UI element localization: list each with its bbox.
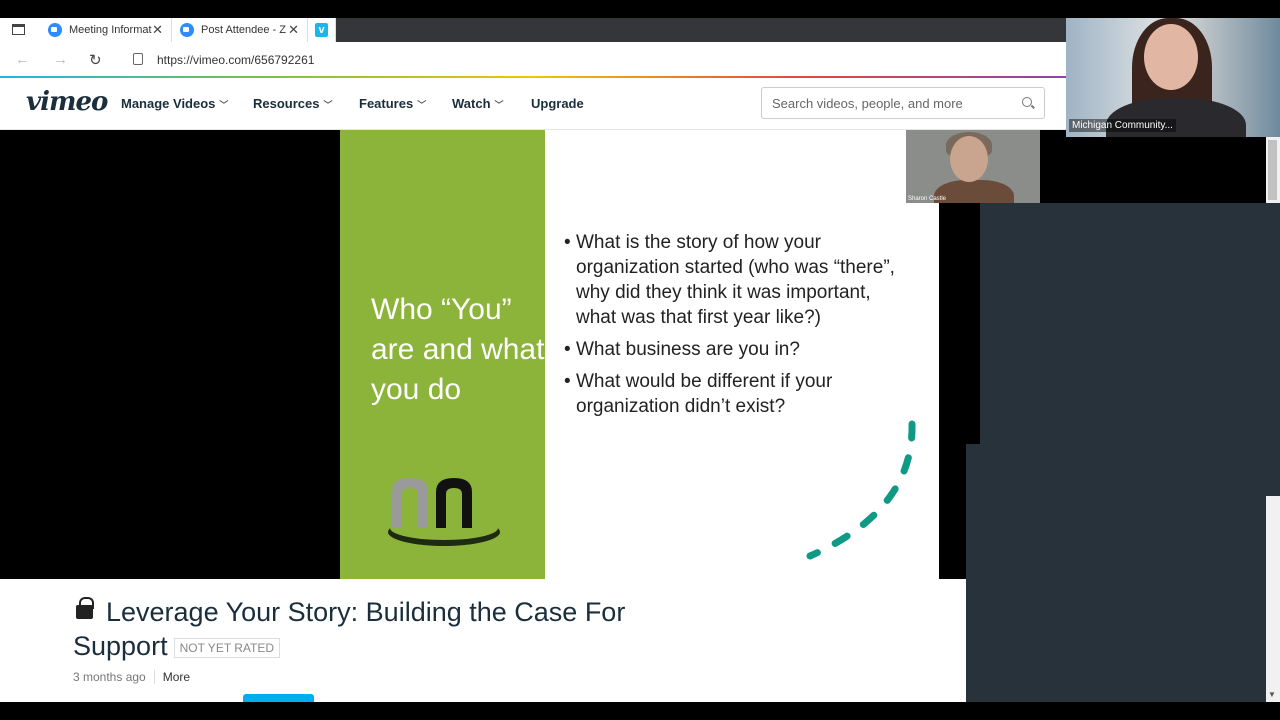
scrollbar-thumb[interactable]: [1268, 140, 1277, 200]
lock-icon: [133, 53, 143, 65]
url-field[interactable]: https://vimeo.com/656792261: [157, 53, 314, 67]
scrollbar-overlay: [1266, 203, 1280, 496]
forward-arrow-icon[interactable]: →: [53, 51, 68, 68]
vimeo-header: vimeo Manage Videos ﹀ Resources ﹀ Features…: [0, 78, 1066, 130]
chevron-down-icon: ﹀: [323, 100, 333, 110]
chevron-down-icon: ﹀: [494, 100, 504, 110]
tab-label: Post Attendee - Z: [201, 24, 286, 36]
video-info: Leverage Your Story: Building the Case F…: [0, 579, 966, 704]
zoom-icon: [180, 23, 194, 37]
slide-bullet: What would be different if your organiza…: [564, 369, 909, 419]
slide-title-panel: Who “You” are and what you do: [340, 130, 545, 579]
slide-title: Who “You” are and what you do: [371, 293, 545, 406]
presenter-name: Sharon Castle: [908, 196, 947, 202]
browser-tab-bar: Meeting Informat ✕ Post Attendee - Z ✕ v: [0, 18, 1066, 42]
back-arrow-icon[interactable]: ←: [15, 51, 30, 68]
zoom-icon: [48, 23, 62, 37]
video-title: Leverage Your Story: Building the Case F…: [73, 595, 713, 663]
tab-meeting-information[interactable]: Meeting Informat ✕: [40, 18, 172, 42]
chevron-down-icon: ﹀: [417, 100, 427, 110]
scroll-down-icon[interactable]: ▼: [1268, 690, 1276, 699]
nav-label: Watch: [452, 96, 491, 111]
presenter-video-thumbnail[interactable]: Sharon Castle: [906, 130, 1040, 203]
slide-bullet: What business are you in?: [564, 337, 909, 362]
more-link[interactable]: More: [153, 670, 191, 684]
vimeo-logo[interactable]: vimeo: [26, 87, 108, 117]
organization-logo-icon: [388, 478, 500, 546]
tab-label: Meeting Informat: [69, 24, 152, 36]
tab-vimeo[interactable]: v: [308, 18, 336, 42]
address-bar: ← → ↻ https://vimeo.com/656792261: [0, 42, 1066, 78]
presenter-face: [950, 136, 988, 182]
sidebar-panel: [980, 203, 1280, 444]
reload-icon[interactable]: ↻: [89, 51, 102, 69]
speaker-name: Michigan Community...: [1069, 119, 1176, 132]
screen: Meeting Informat ✕ Post Attendee - Z ✕ v…: [0, 0, 1280, 720]
nav-label: Resources: [253, 96, 320, 111]
nav-label: Manage Videos: [121, 96, 216, 111]
nav-watch[interactable]: Watch ﹀: [452, 96, 504, 111]
upload-age: 3 months ago: [73, 670, 146, 684]
search-placeholder: Search videos, people, and more: [772, 96, 963, 111]
close-icon[interactable]: ✕: [152, 22, 163, 38]
video-title-text: Leverage Your Story: Building the Case F…: [73, 597, 626, 661]
close-icon[interactable]: ✕: [288, 22, 299, 38]
search-input[interactable]: Search videos, people, and more: [761, 87, 1045, 119]
nav-label: Features: [359, 96, 414, 111]
video-meta: 3 months ago More: [73, 670, 191, 684]
decorative-arc-icon: [806, 420, 916, 560]
nav-features[interactable]: Features ﹀: [359, 96, 426, 111]
sidebar-panel-lower: [966, 444, 1266, 702]
tab-post-attendee[interactable]: Post Attendee - Z ✕: [172, 18, 308, 42]
window-icon: [12, 24, 25, 35]
nav-resources[interactable]: Resources ﹀: [253, 96, 333, 111]
speaker-video-thumbnail[interactable]: Michigan Community...: [1066, 18, 1280, 137]
slide-bullet: What is the story of how your organizati…: [564, 230, 909, 330]
tab-actions[interactable]: [0, 18, 40, 42]
nav-upgrade[interactable]: Upgrade: [531, 96, 584, 111]
nav-manage-videos[interactable]: Manage Videos ﹀: [121, 96, 228, 111]
slide-bullets: What is the story of how your organizati…: [564, 230, 909, 426]
speaker-face: [1144, 24, 1198, 90]
search-icon[interactable]: [1022, 97, 1032, 107]
vimeo-icon: v: [315, 23, 328, 37]
letterbox-bar: [0, 702, 1280, 720]
chevron-down-icon: ﹀: [219, 100, 229, 110]
rating-badge[interactable]: NOT YET RATED: [173, 637, 281, 658]
